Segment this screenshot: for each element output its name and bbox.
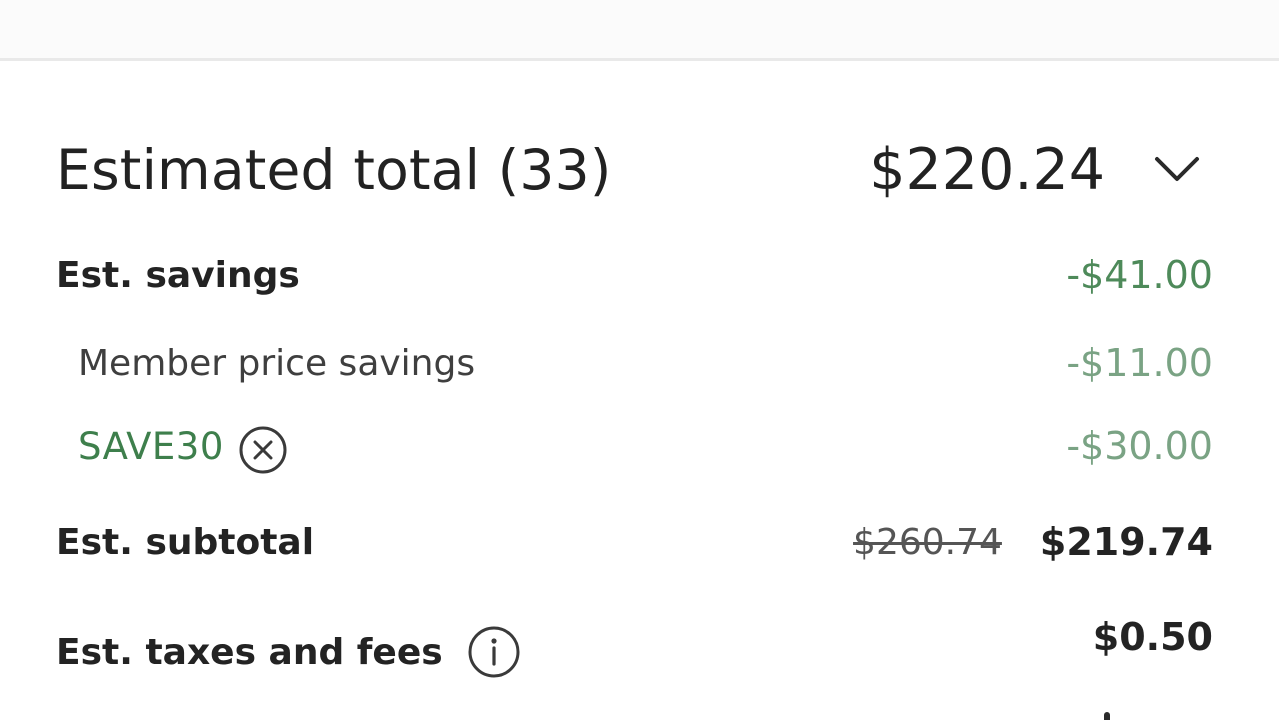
member-savings-amount: -$11.00 (1066, 341, 1213, 385)
est-subtotal-amount: $219.74 (1039, 520, 1213, 564)
est-savings-label: Est. savings (56, 254, 300, 296)
est-taxes-amount: $0.50 (1092, 615, 1213, 659)
taxes-left: Est. taxes and fees (56, 625, 521, 679)
header-bar (0, 0, 1279, 61)
coupon-amount: -$30.00 (1066, 424, 1213, 468)
est-taxes-label: Est. taxes and fees (56, 631, 443, 673)
original-price: $260.74 (853, 521, 1002, 563)
info-icon[interactable] (467, 625, 521, 679)
est-subtotal-row: Est. subtotal $260.74 $219.74 (56, 515, 1213, 569)
estimated-total-right: $220.24 (869, 137, 1201, 203)
coupon-left: SAVE30 (78, 417, 288, 475)
est-savings-row: Est. savings -$41.00 (56, 250, 1213, 300)
estimated-total-amount: $220.24 (869, 137, 1105, 203)
estimated-total-row[interactable]: Estimated total (33) $220.24 (56, 130, 1201, 210)
coupon-code: SAVE30 (78, 424, 224, 468)
coupon-row: SAVE30 -$30.00 (78, 418, 1213, 474)
est-savings-amount: -$41.00 (1066, 253, 1213, 297)
member-savings-row: Member price savings -$11.00 (78, 338, 1213, 388)
subtotal-right: $260.74 $219.74 (853, 520, 1213, 564)
next-row-peek (1104, 712, 1110, 720)
est-subtotal-label: Est. subtotal (56, 521, 315, 563)
chevron-down-icon[interactable] (1153, 150, 1201, 190)
est-taxes-row: Est. taxes and fees $0.50 (56, 615, 1213, 685)
close-circle-icon[interactable] (238, 425, 288, 475)
member-savings-label: Member price savings (78, 342, 476, 384)
estimated-total-label: Estimated total (33) (56, 138, 612, 202)
